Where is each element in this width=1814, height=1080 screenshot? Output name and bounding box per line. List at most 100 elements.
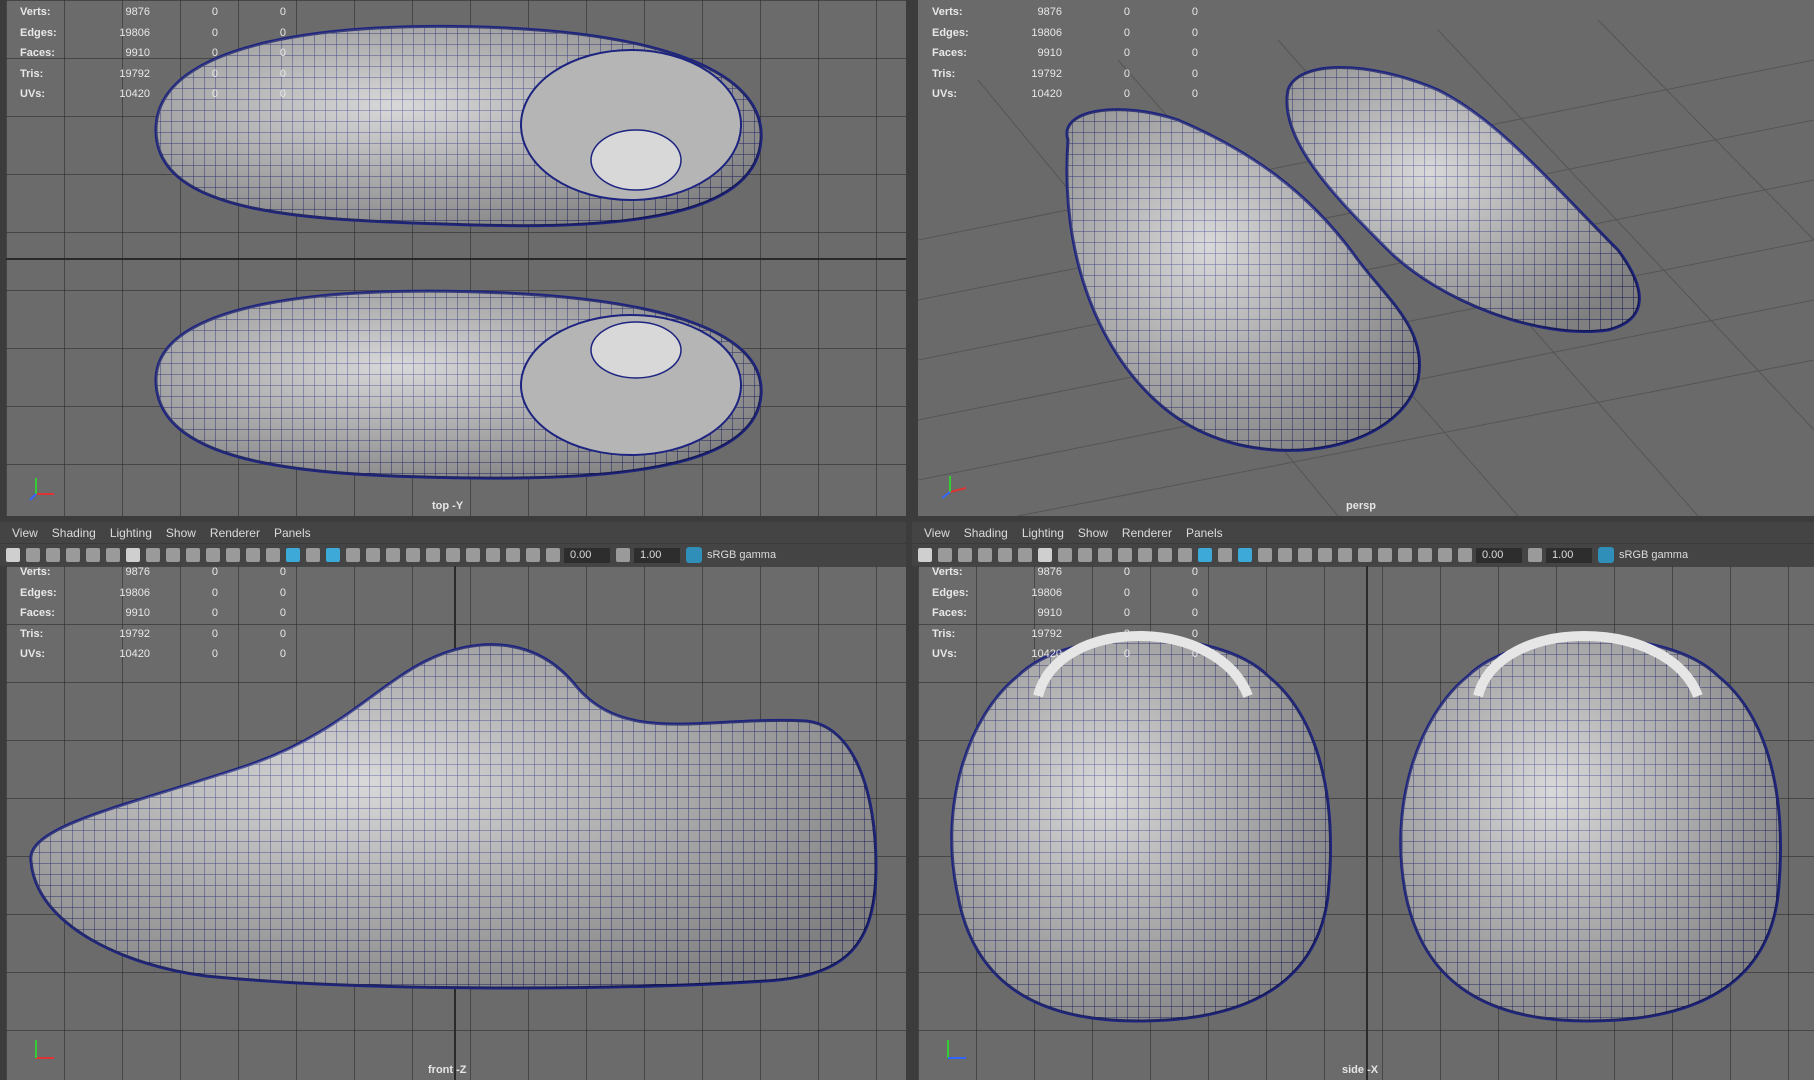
color-space-selector[interactable]: sRGB gamma xyxy=(686,547,776,563)
textured-icon[interactable] xyxy=(346,548,360,562)
grease-pencil-icon[interactable] xyxy=(1018,548,1032,562)
safe-action-icon[interactable] xyxy=(226,548,240,562)
camera-attributes-icon[interactable] xyxy=(938,548,952,562)
hud-value: 0 xyxy=(211,26,218,39)
viewport-top[interactable]: Verts: 9876 0 0 Edges: 19806 0 0 Faces: 9910 0 0 … xyxy=(6,0,906,516)
camera-label-front: front -Z xyxy=(428,1064,467,1076)
exposure-field[interactable]: 0.00 xyxy=(564,547,610,563)
bookmark-icon[interactable] xyxy=(958,548,972,562)
ambient-occlusion-icon[interactable] xyxy=(1318,548,1332,562)
image-plane-icon[interactable] xyxy=(66,548,80,562)
viewport-side[interactable]: Verts: 9876 0 0 Edges: 19806 0 0 Faces: 9910 0 0 … xyxy=(918,566,1814,1080)
smooth-shade-icon[interactable] xyxy=(286,548,300,562)
menu-view[interactable]: View xyxy=(12,526,38,540)
hud-value: 0 xyxy=(279,586,286,599)
gate-mask-icon[interactable] xyxy=(1098,548,1112,562)
menu-view[interactable]: View xyxy=(924,526,950,540)
motion-blur-icon[interactable] xyxy=(426,548,440,562)
bookmark-icon[interactable] xyxy=(46,548,60,562)
image-plane-icon[interactable] xyxy=(978,548,992,562)
2d-pan-zoom-icon[interactable] xyxy=(998,548,1012,562)
viewport-persp[interactable]: Verts: 9876 0 0 Edges: 19806 0 0 Faces: 9910 0 0 … xyxy=(918,0,1814,516)
camera-attributes-icon[interactable] xyxy=(26,548,40,562)
hud-label: Faces: xyxy=(20,607,55,620)
menu-lighting[interactable]: Lighting xyxy=(1022,526,1064,540)
hud-value: 0 xyxy=(279,26,286,39)
hud-value: 0 xyxy=(211,586,218,599)
hud-value: 10420 xyxy=(1031,648,1062,661)
exposure-icon[interactable] xyxy=(546,548,560,562)
safe-action-icon[interactable] xyxy=(1138,548,1152,562)
shadows-icon[interactable] xyxy=(1298,548,1312,562)
camera-icon[interactable] xyxy=(918,548,932,562)
hud-label: Verts: xyxy=(932,566,963,579)
exposure-icon[interactable] xyxy=(1458,548,1472,562)
gamma-icon[interactable] xyxy=(616,548,630,562)
xray-joints-icon[interactable] xyxy=(1418,548,1432,562)
isolate-select-icon[interactable] xyxy=(466,548,480,562)
camera-icon[interactable] xyxy=(6,548,20,562)
smooth-shade-icon[interactable] xyxy=(1198,548,1212,562)
menu-shading[interactable]: Shading xyxy=(52,526,96,540)
menu-panels[interactable]: Panels xyxy=(1186,526,1223,540)
shadows-icon[interactable] xyxy=(386,548,400,562)
xray-components-icon[interactable] xyxy=(526,548,540,562)
default-material-icon[interactable] xyxy=(306,548,320,562)
default-material-icon[interactable] xyxy=(1218,548,1232,562)
lights-icon[interactable] xyxy=(1278,548,1292,562)
isolate-select-icon[interactable] xyxy=(1378,548,1392,562)
color-space-selector[interactable]: sRGB gamma xyxy=(1598,547,1688,563)
xray-icon[interactable] xyxy=(486,548,500,562)
hud-label: Tris: xyxy=(932,67,956,80)
menu-show[interactable]: Show xyxy=(166,526,196,540)
hud-value: 0 xyxy=(1191,627,1198,640)
field-chart-icon[interactable] xyxy=(1118,548,1132,562)
anti-alias-icon[interactable] xyxy=(1358,548,1372,562)
wireframe-icon[interactable] xyxy=(266,548,280,562)
anti-alias-icon[interactable] xyxy=(446,548,460,562)
hud-value: 0 xyxy=(1191,88,1198,101)
viewport-front[interactable]: Verts: 9876 0 0 Edges: 19806 0 0 Faces: 9910 0 0 … xyxy=(6,566,906,1080)
motion-blur-icon[interactable] xyxy=(1338,548,1352,562)
ambient-occlusion-icon[interactable] xyxy=(406,548,420,562)
wireframe-on-shaded-icon[interactable] xyxy=(1238,548,1252,562)
hud-value: 0 xyxy=(279,648,286,661)
gamma-field[interactable]: 1.00 xyxy=(634,547,680,563)
menu-lighting[interactable]: Lighting xyxy=(110,526,152,540)
hud-value: 0 xyxy=(279,6,286,19)
lights-icon[interactable] xyxy=(366,548,380,562)
gate-mask-icon[interactable] xyxy=(186,548,200,562)
film-gate-icon[interactable] xyxy=(1058,548,1072,562)
menu-shading[interactable]: Shading xyxy=(964,526,1008,540)
menu-renderer[interactable]: Renderer xyxy=(210,526,260,540)
gamma-icon[interactable] xyxy=(1528,548,1542,562)
wireframe-icon[interactable] xyxy=(1178,548,1192,562)
xray-joints-icon[interactable] xyxy=(506,548,520,562)
hud-value: 0 xyxy=(1191,67,1198,80)
hud-value: 9876 xyxy=(1037,566,1062,579)
menu-renderer[interactable]: Renderer xyxy=(1122,526,1172,540)
safe-title-icon[interactable] xyxy=(246,548,260,562)
xray-icon[interactable] xyxy=(1398,548,1412,562)
resolution-gate-icon[interactable] xyxy=(166,548,180,562)
menu-panels[interactable]: Panels xyxy=(274,526,311,540)
resolution-gate-icon[interactable] xyxy=(1078,548,1092,562)
hud-value: 0 xyxy=(1191,648,1198,661)
2d-pan-zoom-icon[interactable] xyxy=(86,548,100,562)
grid-icon[interactable] xyxy=(126,548,140,562)
xray-components-icon[interactable] xyxy=(1438,548,1452,562)
hud-value: 0 xyxy=(1123,627,1130,640)
safe-title-icon[interactable] xyxy=(1158,548,1172,562)
wireframe-on-shaded-icon[interactable] xyxy=(326,548,340,562)
hud-label: Edges: xyxy=(932,586,969,599)
grid-icon[interactable] xyxy=(1038,548,1052,562)
hud-value: 0 xyxy=(1191,6,1198,19)
field-chart-icon[interactable] xyxy=(206,548,220,562)
textured-icon[interactable] xyxy=(1258,548,1272,562)
hud-value: 19792 xyxy=(1031,67,1062,80)
film-gate-icon[interactable] xyxy=(146,548,160,562)
menu-show[interactable]: Show xyxy=(1078,526,1108,540)
gamma-field[interactable]: 1.00 xyxy=(1546,547,1592,563)
exposure-field[interactable]: 0.00 xyxy=(1476,547,1522,563)
grease-pencil-icon[interactable] xyxy=(106,548,120,562)
